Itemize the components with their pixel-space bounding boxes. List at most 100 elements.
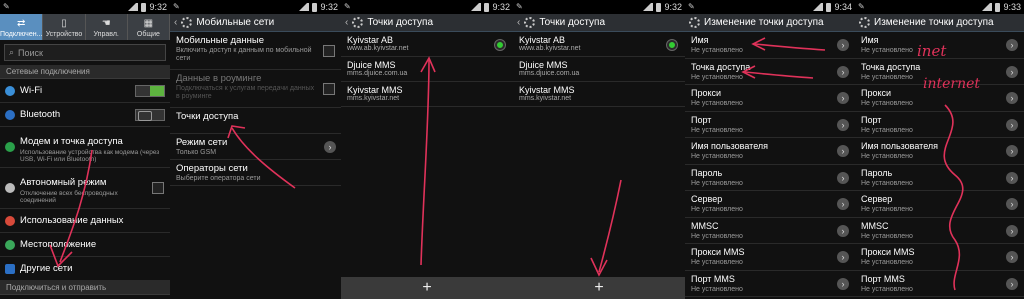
field-port[interactable]: Порт Не установлено › — [855, 112, 1024, 138]
field-label: MMSC — [861, 220, 889, 231]
network-mode-item[interactable]: Режим сети Только GSM › — [170, 134, 341, 160]
chevron-right-icon: › — [1006, 65, 1018, 78]
item-title: Операторы сети — [176, 163, 248, 174]
battery-icon — [484, 2, 490, 12]
mobile-data-checkbox[interactable] — [323, 44, 335, 57]
field-password[interactable]: Пароль Не установлено › — [855, 165, 1024, 191]
field-server[interactable]: Сервер Не установлено › — [685, 191, 855, 218]
tab-general[interactable]: ▦ Общие — [128, 14, 170, 40]
field-username[interactable]: Имя пользователя Не установлено › — [685, 138, 855, 165]
field-value: Не установлено — [691, 259, 743, 266]
selected-radio[interactable] — [495, 40, 505, 50]
field-username[interactable]: Имя пользователя Не установлено › — [855, 138, 1024, 165]
field-proxy[interactable]: Прокси Не установлено › — [685, 85, 855, 112]
operators-item[interactable]: Операторы сети Выберите оператора сети — [170, 160, 341, 186]
field-apn[interactable]: Точка доступа Не установлено › — [855, 59, 1024, 85]
add-apn-button[interactable]: + — [513, 277, 685, 299]
roaming-checkbox[interactable] — [323, 82, 335, 95]
apn-address: mms.djuice.com.ua — [519, 70, 580, 77]
field-password[interactable]: Пароль Не установлено › — [685, 165, 855, 191]
wifi-icon — [5, 85, 15, 96]
apn-item[interactable]: Kyivstar MMS mms.kyivstar.net — [341, 82, 513, 107]
plus-icon: + — [422, 279, 432, 296]
battery-icon — [141, 2, 147, 12]
title-bar: Изменение точки доступа — [685, 14, 855, 32]
title-bar: ‹ Мобильные сети — [170, 14, 341, 32]
field-name[interactable]: Имя Не установлено › — [855, 32, 1024, 59]
signal-icon — [471, 3, 482, 11]
airplane-checkbox[interactable] — [152, 182, 164, 194]
field-server[interactable]: Сервер Не установлено › — [855, 191, 1024, 218]
chevron-right-icon: › — [837, 39, 849, 51]
status-bar: ✎ 9:34 — [685, 0, 855, 14]
gear-icon — [181, 17, 193, 28]
field-label: MMSC — [691, 220, 719, 231]
tab-label: Подключен... — [0, 31, 43, 38]
status-bar: ✎ 9:32 — [341, 0, 513, 14]
field-mmsc[interactable]: MMSC Не установлено › — [855, 218, 1024, 244]
tab-device[interactable]: ▯ Устройство — [43, 14, 86, 40]
wifi-toggle[interactable] — [135, 84, 165, 97]
tethering-row[interactable]: Модем и точка доступа Использование устро… — [0, 127, 170, 168]
field-label: Пароль — [861, 167, 893, 178]
field-proxy[interactable]: Прокси Не установлено › — [855, 85, 1024, 112]
row-label: Bluetooth — [20, 109, 61, 120]
row-label: Автономный режим — [20, 177, 107, 188]
roaming-item[interactable]: Данные в роуминге Подключаться к услугам … — [170, 70, 341, 108]
apn-item[interactable]: Kyivstar AB www.ab.kyivstar.net — [341, 32, 513, 57]
field-label: Имя пользователя — [691, 141, 769, 151]
location-icon — [5, 239, 15, 250]
field-mmsc[interactable]: MMSC Не установлено › — [685, 218, 855, 244]
mobile-data-item[interactable]: Мобильные данные Включить доступ к данным… — [170, 32, 341, 70]
field-label: Порт MMS — [861, 273, 905, 284]
phone-icon: ▯ — [61, 18, 67, 29]
access-points-screen: ✎ 9:32 ‹ Точки доступа Kyivstar AB www.ab.… — [341, 0, 513, 299]
chevron-right-icon: › — [324, 140, 336, 153]
apn-item[interactable]: Djuice MMS mms.djuice.com.ua — [513, 57, 685, 82]
tab-label: Устройство — [45, 31, 83, 38]
field-apn[interactable]: Точка доступа Не установлено › — [685, 59, 855, 85]
location-row[interactable]: Местоположение — [0, 233, 170, 257]
field-mms-port[interactable]: Порт MMS Не установлено › — [855, 271, 1024, 297]
status-bar: ✎ 9:32 — [170, 0, 341, 14]
other-networks-row[interactable]: Другие сети — [0, 257, 170, 281]
battery-icon — [312, 2, 318, 12]
apn-item[interactable]: Djuice MMS mms.djuice.com.ua — [341, 57, 513, 82]
tab-connections[interactable]: ⇄ Подключен... — [0, 14, 44, 40]
field-label: Сервер — [861, 194, 893, 204]
airplane-row[interactable]: Автономный режим Отключение всех беспрово… — [0, 168, 170, 209]
item-subtitle: Выберите оператора сети — [176, 175, 261, 182]
field-mms-port[interactable]: Порт MMS Не установлено › — [685, 271, 855, 297]
bluetooth-row[interactable]: Bluetooth — [0, 103, 170, 127]
mobile-networks-screen: ✎ 9:32 ‹ Мобильные сети Мобильные данные В… — [170, 0, 341, 299]
add-apn-button[interactable]: + — [341, 277, 513, 299]
search-input[interactable]: ⌕ Поиск — [4, 44, 166, 61]
tab-controls[interactable]: ☚ Управл. — [86, 14, 128, 40]
row-label: Модем и точка доступа — [20, 136, 123, 147]
chevron-right-icon: › — [837, 65, 849, 78]
field-name[interactable]: Имя Не установлено › — [685, 32, 855, 59]
edit-apn-screen: ✎ 9:34 Изменение точки доступа Имя Не уст… — [685, 0, 855, 299]
back-icon[interactable]: ‹ — [517, 17, 520, 28]
field-value: Не установлено — [691, 232, 743, 240]
data-usage-row[interactable]: Использование данных — [0, 209, 170, 233]
bluetooth-toggle[interactable] — [135, 108, 165, 121]
chevron-right-icon: › — [1006, 39, 1018, 51]
tab-label: Общие — [136, 31, 160, 38]
field-label: Имя — [861, 35, 879, 45]
apn-item[interactable]: Kyivstar MMS mms.kyivstar.net — [513, 82, 685, 107]
field-mms-proxy[interactable]: Прокси MMS Не установлено › — [685, 244, 855, 271]
plus-icon: + — [594, 279, 604, 296]
field-label: Порт MMS — [691, 273, 735, 284]
selected-radio[interactable] — [667, 40, 677, 50]
gear-icon — [689, 17, 700, 28]
chevron-right-icon: › — [837, 198, 849, 210]
access-points-item[interactable]: Точки доступа — [170, 108, 341, 134]
wifi-row[interactable]: Wi-Fi — [0, 79, 170, 103]
back-icon[interactable]: ‹ — [174, 17, 177, 28]
back-icon[interactable]: ‹ — [345, 17, 348, 28]
chevron-right-icon: › — [837, 277, 849, 290]
apn-item[interactable]: Kyivstar AB www.ab.kyivstar.net — [513, 32, 685, 57]
field-port[interactable]: Порт Не установлено › — [685, 112, 855, 138]
field-mms-proxy[interactable]: Прокси MMS Не установлено › — [855, 244, 1024, 271]
